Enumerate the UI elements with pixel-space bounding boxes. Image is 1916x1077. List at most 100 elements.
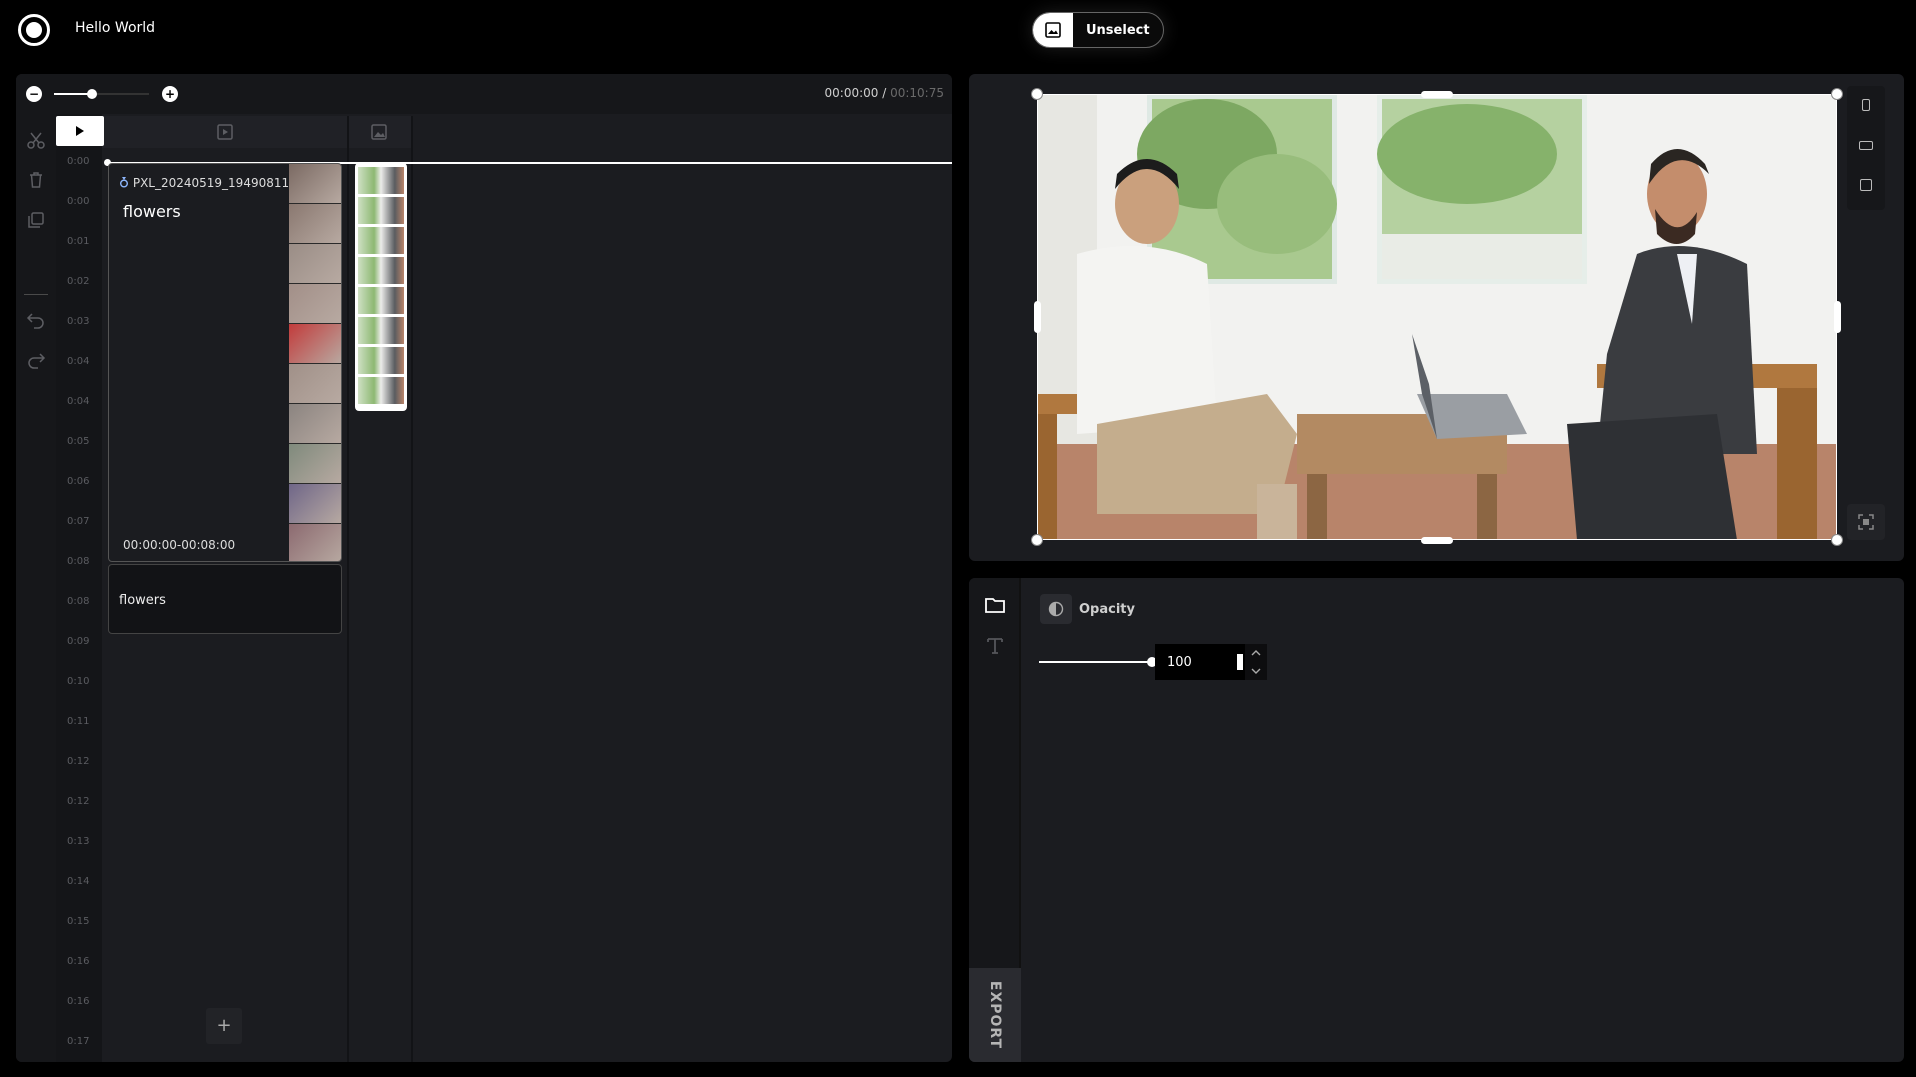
resize-handle-bottom-right[interactable] [1831,534,1843,546]
opacity-input[interactable] [1155,644,1245,680]
unselect-label: Unselect [1086,22,1150,38]
play-icon [76,126,84,136]
text-clip[interactable]: flowers [108,564,342,634]
timeline-panel: − + 00:00:00 / 00:10:75 0:00 0:00 0:01 0:02… [16,74,952,1062]
ruler-tick: 0:07 [67,516,90,527]
time-readout: 00:00:00 / 00:10:75 [825,86,944,100]
app-logo-icon[interactable] [18,14,50,46]
resize-handle-bottom[interactable] [1421,537,1453,544]
ruler-tick: 0:00 [67,156,90,167]
text-clip-label: flowers [119,593,166,608]
clip-thumbnail [289,284,341,324]
image-clip-thumbnail [358,347,404,374]
scissors-icon[interactable] [26,130,46,150]
add-track-button[interactable]: + [206,1008,242,1044]
trash-icon[interactable] [26,170,46,190]
opacity-icon [1040,594,1072,624]
ruler-tick: 0:11 [67,716,90,727]
ruler-tick: 0:01 [67,236,90,247]
ruler-tick: 0:12 [67,796,90,807]
clip-thumbnail [289,204,341,244]
image-clip[interactable] [355,163,407,411]
ruler-tick: 0:15 [67,916,90,927]
ruler-tick: 0:09 [67,636,90,647]
image-track-icon [370,123,388,141]
zoom-in-icon[interactable]: + [162,86,178,102]
opacity-label: Opacity [1079,602,1135,617]
chevron-down-icon[interactable] [1245,662,1267,680]
ruler-tick: 0:06 [67,476,90,487]
ruler-tick: 0:03 [67,316,90,327]
ruler-tick: 0:17 [67,1036,90,1047]
image-clip-thumbnail [358,227,404,254]
duplicate-icon[interactable] [26,210,46,230]
undo-icon[interactable] [26,310,46,330]
track-divider [411,116,413,1062]
redo-icon[interactable] [26,350,46,370]
total-time: 00:10:75 [890,86,944,100]
play-button[interactable] [56,116,104,146]
preview-image[interactable] [1037,94,1837,540]
text-icon[interactable] [984,634,1006,656]
ruler-tick: 0:08 [67,596,90,607]
folder-icon[interactable] [984,594,1006,616]
zoom-slider-thumb[interactable] [87,89,97,99]
tool-column [16,114,56,1062]
properties-panel: EXPORT Opacity [969,578,1904,1062]
unselect-button[interactable]: Unselect [1032,12,1164,48]
ruler-tick: 0:14 [67,876,90,887]
tool-divider [24,294,48,295]
video-track-icon [216,123,234,141]
image-clip-thumbnail [358,317,404,344]
resize-handle-right[interactable] [1834,301,1841,333]
ruler-tick: 0:08 [67,556,90,567]
export-label: EXPORT [987,980,1004,1050]
resize-handle-top-left[interactable] [1031,88,1043,100]
zoom-bar: − + 00:00:00 / 00:10:75 [16,74,952,114]
landscape-ratio-icon[interactable] [1855,134,1877,156]
clip-filename: PXL_20240519_194908112 [119,176,289,190]
clip-thumbnail [289,404,341,444]
resize-handle-left[interactable] [1034,301,1041,333]
ruler-tick: 0:10 [67,676,90,687]
video-clip[interactable]: PXL_20240519_194908112 flowers 00:00:00-… [108,163,342,562]
portrait-ratio-icon[interactable] [1855,94,1877,116]
ruler-tick: 0:12 [67,756,90,767]
image-icon [1033,13,1073,47]
ruler-tick: 0:00 [67,196,90,207]
clip-thumbnail [289,244,341,284]
resize-handle-top-right[interactable] [1831,88,1843,100]
clip-thumbnail [289,444,341,484]
ruler-tick: 0:16 [67,996,90,1007]
resize-handle-top[interactable] [1421,91,1453,98]
clip-thumbnail [289,324,341,364]
resize-handle-bottom-left[interactable] [1031,534,1043,546]
opacity-stepper [1245,644,1267,680]
clip-thumbnail [289,364,341,404]
ruler-tick: 0:16 [67,956,90,967]
track-divider [347,116,349,1062]
fit-to-screen-icon[interactable] [1847,504,1885,540]
image-clip-thumbnail [358,197,404,224]
clip-thumbnail [289,164,341,204]
ring-icon [120,177,128,188]
aspect-ratio-group [1847,86,1885,210]
text-caret [1237,654,1243,670]
clip-thumbnail-strip [289,164,341,561]
image-clip-thumbnail [358,167,404,194]
current-time: 00:00:00 [824,86,879,100]
opacity-slider-track[interactable] [1039,661,1153,663]
zoom-out-icon[interactable]: − [26,86,42,102]
chevron-up-icon[interactable] [1245,644,1267,662]
clip-thumbnail [289,484,341,524]
project-title: Hello World [75,20,156,36]
properties-sidebar: EXPORT [969,578,1021,1062]
ruler-tick: 0:02 [67,276,90,287]
clip-thumbnail [289,524,341,561]
track-header [56,116,412,148]
export-button[interactable]: EXPORT [969,968,1021,1062]
time-ruler: 0:00 0:00 0:01 0:02 0:03 0:04 0:04 0:05 0:06 0:07… [56,114,102,1062]
ruler-tick: 0:04 [67,396,90,407]
square-ratio-icon[interactable] [1855,174,1877,196]
ruler-tick: 0:04 [67,356,90,367]
